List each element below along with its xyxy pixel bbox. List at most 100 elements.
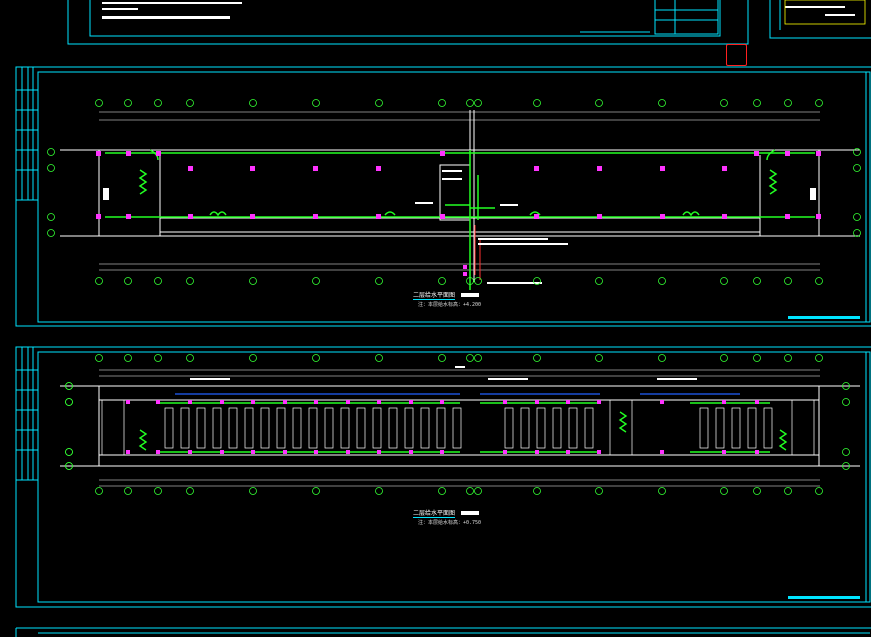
- fixture: [660, 400, 664, 404]
- axis-bubble: [154, 487, 162, 495]
- fixture: [409, 450, 413, 454]
- fixture: [755, 450, 759, 454]
- axis-bubble: [658, 487, 666, 495]
- stair: [791, 399, 815, 456]
- toilet-stall: [536, 407, 546, 449]
- fixture: [503, 400, 507, 404]
- axis-bubble: [533, 354, 541, 362]
- selection-cursor-box[interactable]: [726, 44, 747, 66]
- fixture: [409, 400, 413, 404]
- axis-bubble: [65, 398, 73, 406]
- axis-bubble: [658, 99, 666, 107]
- plan-1: [60, 110, 860, 290]
- axis-bubble: [815, 277, 823, 285]
- toilet-stall: [731, 407, 741, 449]
- axis-bubble: [595, 99, 603, 107]
- axis-bubble: [815, 354, 823, 362]
- axis-bubble: [533, 487, 541, 495]
- axis-bubble: [47, 213, 55, 221]
- axis-bubble: [312, 277, 320, 285]
- fixture: [377, 450, 381, 454]
- toilet-stall: [763, 407, 773, 449]
- axis-bubble: [312, 99, 320, 107]
- axis-bubble: [65, 448, 73, 456]
- toilet-stall: [520, 407, 530, 449]
- axis-bubble: [784, 99, 792, 107]
- toilet-stall: [584, 407, 594, 449]
- fixture: [503, 450, 507, 454]
- axis-bubble: [753, 99, 761, 107]
- axis-bubble: [842, 448, 850, 456]
- toilet-stall: [568, 407, 578, 449]
- toilet-stall: [404, 407, 414, 449]
- axis-bubble: [249, 277, 257, 285]
- toilet-stall: [196, 407, 206, 449]
- fixture: [755, 400, 759, 404]
- axis-bubble: [124, 487, 132, 495]
- axis-bubble: [853, 164, 861, 172]
- toilet-stall: [180, 407, 190, 449]
- axis-bubble: [375, 99, 383, 107]
- axis-bubble: [853, 229, 861, 237]
- axis-bubble: [474, 99, 482, 107]
- toilet-stall: [747, 407, 757, 449]
- axis-bubble: [124, 354, 132, 362]
- axis-bubble: [753, 277, 761, 285]
- axis-bubble: [720, 487, 728, 495]
- axis-bubble: [533, 99, 541, 107]
- fixture: [283, 450, 287, 454]
- plan-1-note: 注：本层给水标高：+4.200: [418, 302, 482, 308]
- axis-bubble: [438, 277, 446, 285]
- fixture: [722, 400, 726, 404]
- axis-bubble: [95, 487, 103, 495]
- axis-bubble: [658, 277, 666, 285]
- fixture: [535, 400, 539, 404]
- axis-bubble: [375, 487, 383, 495]
- axis-bubble: [595, 277, 603, 285]
- fixture: [126, 400, 130, 404]
- axis-bubble: [753, 354, 761, 362]
- previous-sheet-text: [102, 2, 855, 19]
- axis-bubble: [47, 164, 55, 172]
- plan-2-note: 注：本层给水标高：+0.750: [418, 520, 482, 526]
- fixture: [251, 400, 255, 404]
- axis-bubble: [438, 99, 446, 107]
- axis-bubble: [720, 277, 728, 285]
- fixture: [220, 450, 224, 454]
- toilet-stall: [699, 407, 709, 449]
- cad-drawing-canvas[interactable]: [0, 0, 871, 637]
- axis-bubble: [154, 99, 162, 107]
- axis-bubble: [47, 229, 55, 237]
- axis-bubble: [815, 99, 823, 107]
- axis-bubble: [154, 354, 162, 362]
- fixture: [377, 400, 381, 404]
- fixture: [156, 400, 160, 404]
- fixture: [283, 400, 287, 404]
- fixture: [440, 450, 444, 454]
- toilet-stall: [244, 407, 254, 449]
- fixture: [251, 450, 255, 454]
- axis-bubble: [474, 354, 482, 362]
- toilet-stall: [276, 407, 286, 449]
- toilet-stall: [715, 407, 725, 449]
- toilet-stall: [452, 407, 462, 449]
- axis-bubble: [784, 487, 792, 495]
- fixture: [188, 450, 192, 454]
- fixture: [220, 400, 224, 404]
- axis-bubble: [124, 277, 132, 285]
- axis-bubble: [784, 354, 792, 362]
- axis-bubble: [784, 277, 792, 285]
- axis-bubble: [720, 354, 728, 362]
- axis-bubble: [753, 487, 761, 495]
- axis-bubble: [95, 354, 103, 362]
- previous-sheet: [67, 0, 871, 45]
- axis-bubble: [474, 277, 482, 285]
- toilet-stall: [308, 407, 318, 449]
- axis-bubble: [466, 99, 474, 107]
- fixture: [597, 400, 601, 404]
- toilet-stall: [388, 407, 398, 449]
- axis-bubble: [720, 99, 728, 107]
- axis-bubble: [438, 354, 446, 362]
- axis-bubble: [154, 277, 162, 285]
- axis-bubble: [595, 487, 603, 495]
